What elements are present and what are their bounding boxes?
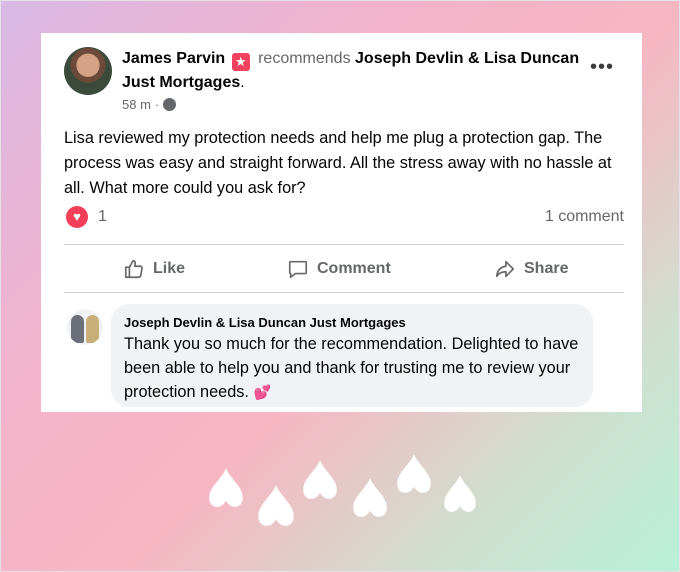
facebook-post-card: James Parvin ★ recommends Joseph Devlin … [41, 33, 642, 412]
like-label: Like [153, 260, 186, 277]
divider-top [64, 244, 624, 245]
heart-icon-1 [209, 468, 243, 507]
share-label: Share [524, 260, 569, 277]
reactions-row: ♥ 1 1 comment [64, 205, 624, 231]
heart-icon-2 [258, 485, 294, 526]
post-time[interactable]: 58 m [122, 97, 151, 112]
post-actions: Like Comment Share [64, 253, 624, 285]
comment-bubble: Joseph Devlin & Lisa Duncan Just Mortgag… [111, 304, 593, 407]
heart-icon-4 [353, 478, 387, 517]
speech-bubble-icon [288, 260, 308, 279]
comment-text: Thank you so much for the recommendation… [124, 332, 584, 404]
share-button[interactable]: Share [494, 253, 568, 285]
post-header: James Parvin ★ recommends Joseph Devlin … [122, 47, 582, 94]
share-arrow-icon [495, 260, 515, 278]
comment-author-avatar[interactable] [67, 309, 103, 345]
thumbs-up-icon [124, 259, 143, 279]
comment-author-name[interactable]: Joseph Devlin & Lisa Duncan Just Mortgag… [124, 315, 406, 330]
heart-icon-3 [303, 460, 337, 499]
post-body: Lisa reviewed my protection needs and he… [64, 129, 612, 197]
divider-bottom [64, 292, 624, 293]
reaction-count[interactable]: 1 [98, 208, 107, 226]
avatar-person-left [71, 315, 84, 343]
heart-reaction-icon[interactable]: ♥ [66, 206, 88, 228]
heart-icon-5 [397, 454, 431, 493]
header-period: . [240, 74, 245, 91]
heart-icon-6 [444, 475, 476, 512]
post-meta: 58 m · [122, 97, 177, 112]
two-hearts-emoji: 💕 [253, 384, 271, 400]
comment-body: Thank you so much for the recommendation… [124, 335, 579, 401]
author-avatar[interactable] [64, 47, 112, 95]
author-name[interactable]: James Parvin [122, 50, 225, 67]
more-options-button[interactable]: ••• [587, 57, 617, 77]
meta-separator: · [154, 97, 160, 112]
recommends-label: recommends [258, 50, 351, 67]
comment-button[interactable]: Comment [287, 253, 391, 285]
comment-count-link[interactable]: 1 comment [545, 208, 624, 226]
globe-icon[interactable] [163, 98, 177, 111]
like-button[interactable]: Like [123, 253, 185, 285]
avatar-person-right [86, 315, 99, 343]
recommend-star-icon: ★ [231, 53, 250, 71]
comment-label: Comment [317, 260, 391, 277]
